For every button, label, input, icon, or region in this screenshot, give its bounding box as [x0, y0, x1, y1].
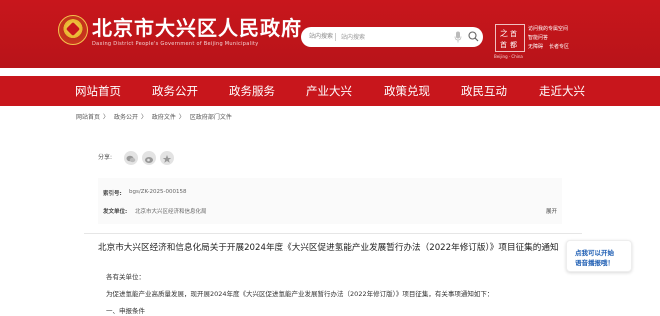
- national-emblem-icon: [58, 15, 88, 45]
- divider: [84, 233, 582, 234]
- microphone-icon[interactable]: [454, 31, 462, 43]
- voice-badge-line2: 语音播报哦！: [575, 259, 614, 267]
- nav-item-about[interactable]: 走近大兴: [539, 76, 585, 106]
- site-subtitle: Daxing District People's Government of B…: [92, 41, 259, 47]
- header-link-accessibility[interactable]: 无障碍: [528, 43, 543, 52]
- document-salutation: 各有关单位：: [106, 273, 145, 281]
- logo-caption: Beijing · China: [494, 54, 523, 59]
- index-value: bgs/ZK-2025-000158: [129, 189, 187, 195]
- breadcrumb: 网站首页〉 政务公开〉 政府文件〉 区政府部门文件: [76, 114, 232, 121]
- svg-text:首: 首: [500, 40, 507, 49]
- breadcrumb-dept-docs[interactable]: 区政府部门文件: [190, 114, 232, 121]
- header-link-elderly[interactable]: 长者专区: [549, 43, 569, 52]
- voice-badge-line1: 点我可以开始: [575, 249, 614, 257]
- site-header: 北京市大兴区人民政府 Daxing District People's Gove…: [0, 0, 660, 68]
- weibo-share-icon[interactable]: [142, 151, 156, 165]
- capital-logo-icon[interactable]: 之 首 首 都: [495, 24, 525, 52]
- header-link-space[interactable]: 访问我的专属空间: [528, 25, 568, 34]
- search-scope[interactable]: 站内搜索: [309, 31, 333, 40]
- header-links: 访问我的专属空间 智能问答 无障碍 长者专区: [528, 25, 575, 52]
- issuer-value: 北京市大兴区经济和信息化局: [135, 209, 207, 215]
- document-title: 北京市大兴区经济和信息化局关于开展2024年度《大兴区促进氢能产业发展暂行办法（…: [98, 243, 559, 253]
- nav-item-gov-affairs-open[interactable]: 政务公开: [152, 76, 198, 106]
- wechat-share-icon[interactable]: [124, 151, 138, 165]
- nav-item-industry[interactable]: 产业大兴: [306, 76, 352, 106]
- search-bar: 站内搜索: [301, 27, 483, 47]
- nav-item-policy[interactable]: 政策兑现: [384, 76, 430, 106]
- nav-item-gov-services[interactable]: 政务服务: [229, 76, 275, 106]
- nav-item-interaction[interactable]: 政民互动: [461, 76, 507, 106]
- svg-text:之: 之: [500, 28, 508, 38]
- site-title[interactable]: 北京市大兴区人民政府: [92, 17, 302, 39]
- svg-text:首: 首: [510, 29, 517, 38]
- document-paragraph: 为促进氢能产业高质量发展，现开展2024年度《大兴区促进氢能产业发展暂行办法（2…: [106, 290, 494, 298]
- index-label: 索引号:: [103, 191, 122, 197]
- header-link-qa[interactable]: 智能问答: [528, 34, 548, 43]
- qzone-share-icon[interactable]: [160, 151, 174, 165]
- document-meta-card: [98, 178, 562, 224]
- nav-item-home[interactable]: 网站首页: [75, 76, 121, 106]
- voice-broadcast-badge[interactable]: 点我可以开始 语音播报哦！: [566, 240, 632, 272]
- search-input[interactable]: [341, 30, 441, 44]
- expand-button[interactable]: 展开: [546, 207, 557, 215]
- breadcrumb-home[interactable]: 网站首页: [76, 114, 100, 121]
- search-icon[interactable]: [468, 31, 479, 42]
- search-divider: [335, 33, 336, 41]
- issuer-label: 发文单位:: [103, 209, 128, 215]
- svg-text:都: 都: [510, 41, 517, 49]
- breadcrumb-gov-open[interactable]: 政务公开: [114, 114, 138, 121]
- main-nav: 网站首页 政务公开 政务服务 产业大兴 政策兑现 政民互动 走近大兴: [0, 76, 660, 106]
- breadcrumb-gov-docs[interactable]: 政府文件: [152, 114, 176, 121]
- document-section-heading: 一、申报条件: [106, 307, 145, 315]
- share-label: 分享:: [98, 154, 113, 161]
